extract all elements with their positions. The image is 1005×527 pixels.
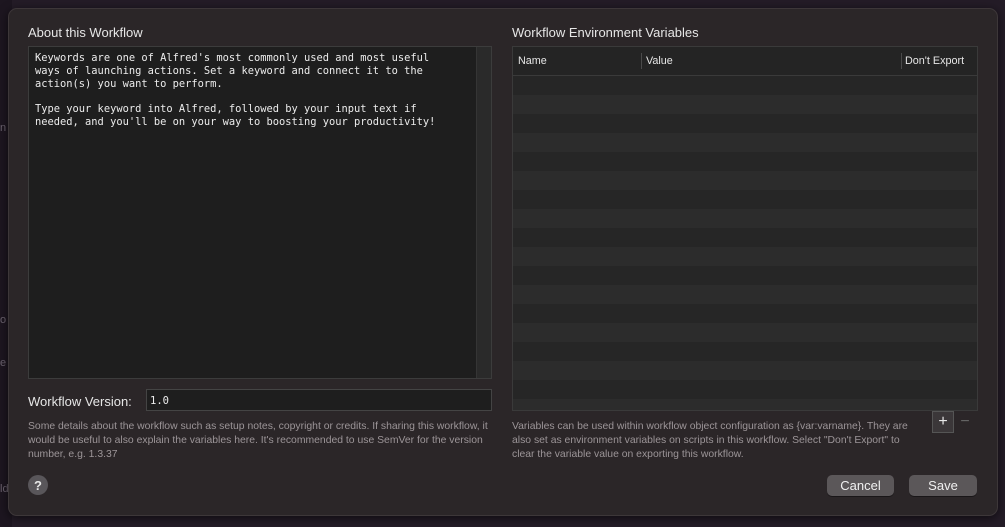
env-table-header: Name Value Don't Export xyxy=(513,47,977,76)
empty-row xyxy=(513,209,977,228)
add-icon[interactable]: + xyxy=(932,411,954,433)
empty-row xyxy=(513,171,977,190)
background-glyph: o xyxy=(0,314,7,326)
workflow-configuration-sheet: About this Workflow Keywords are one of … xyxy=(8,8,998,516)
column-separator[interactable] xyxy=(641,53,642,69)
empty-row xyxy=(513,285,977,304)
empty-row xyxy=(513,247,977,266)
env-helper-text: Variables can be used within workflow ob… xyxy=(512,421,908,460)
empty-row xyxy=(513,380,977,399)
help-icon[interactable]: ? xyxy=(28,475,48,495)
column-separator[interactable] xyxy=(901,53,902,69)
save-button[interactable]: Save xyxy=(909,475,977,496)
column-header-value[interactable]: Value xyxy=(646,55,673,67)
version-label: Workflow Version: xyxy=(28,394,132,409)
about-scrollbar[interactable] xyxy=(476,47,491,378)
about-text-content: Keywords are one of Alfred's most common… xyxy=(35,52,436,128)
cancel-button[interactable]: Cancel xyxy=(827,475,894,496)
env-table-body[interactable] xyxy=(513,76,977,410)
column-header-dont-export[interactable]: Don't Export xyxy=(905,55,964,67)
version-input[interactable]: 1.0 xyxy=(146,389,492,411)
empty-row xyxy=(513,114,977,133)
add-remove-control: + − xyxy=(932,411,977,433)
column-header-name[interactable]: Name xyxy=(518,55,547,67)
empty-row xyxy=(513,95,977,114)
about-helper-text: Some details about the workflow such as … xyxy=(28,421,488,460)
about-heading: About this Workflow xyxy=(28,25,143,40)
empty-row xyxy=(513,342,977,361)
env-variables-table[interactable]: Name Value Don't Export xyxy=(512,46,978,411)
background-glyph: e xyxy=(0,357,7,369)
empty-row xyxy=(513,304,977,323)
empty-row xyxy=(513,323,977,342)
empty-row xyxy=(513,228,977,247)
empty-row xyxy=(513,190,977,209)
empty-row xyxy=(513,266,977,285)
env-variables-heading: Workflow Environment Variables xyxy=(512,25,699,40)
empty-row xyxy=(513,399,977,410)
about-text-area[interactable]: Keywords are one of Alfred's most common… xyxy=(28,46,492,379)
empty-row xyxy=(513,76,977,95)
remove-icon[interactable]: − xyxy=(954,411,976,433)
empty-row xyxy=(513,133,977,152)
empty-row xyxy=(513,152,977,171)
background-glyph: n xyxy=(0,122,7,134)
empty-row xyxy=(513,361,977,380)
